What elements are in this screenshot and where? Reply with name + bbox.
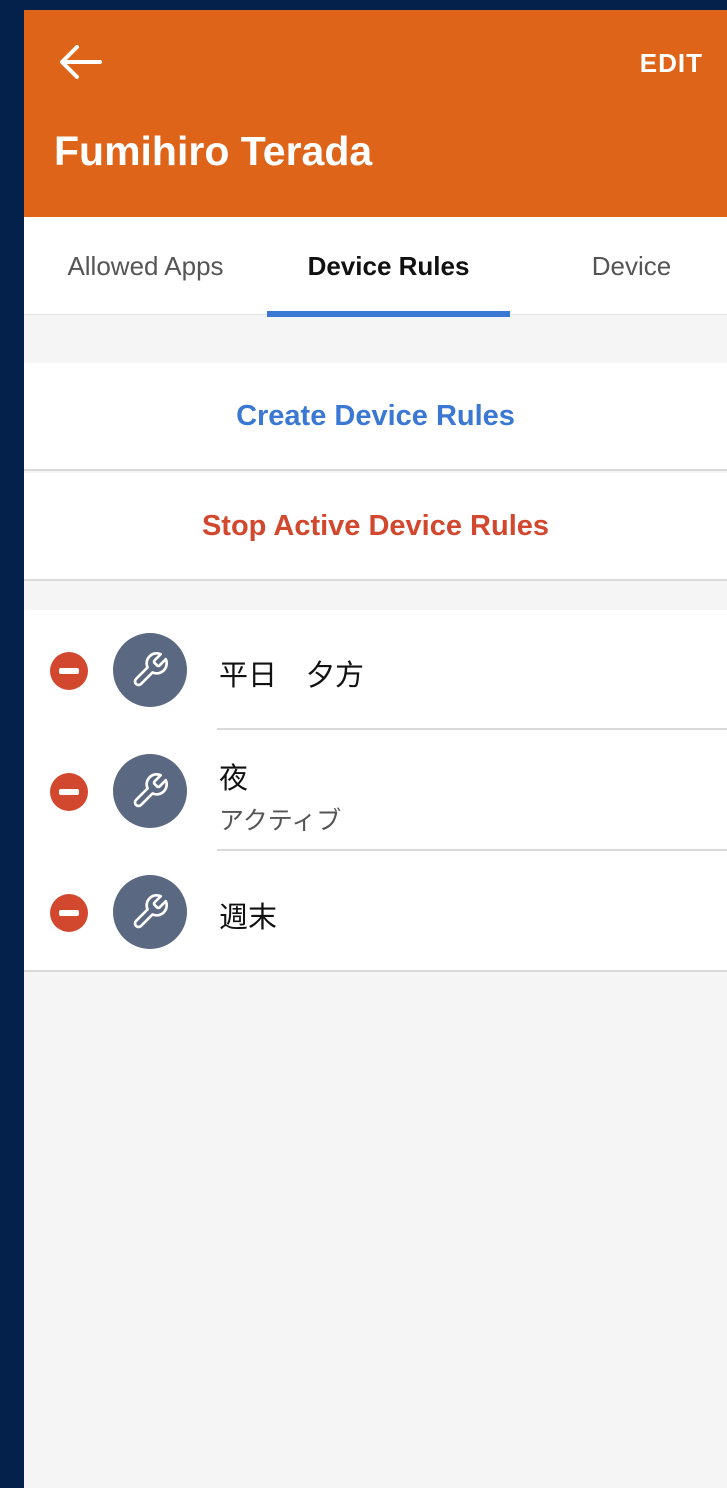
tab-device-rules[interactable]: Device Rules [267,217,510,315]
selected-tab-indicator [267,311,510,317]
rule-name: 夜 [219,763,249,795]
tab-allowed-apps[interactable]: Allowed Apps [24,217,267,315]
remove-rule-icon[interactable] [50,652,88,690]
rule-status: アクティブ [219,807,342,835]
divider [217,849,727,851]
list-item[interactable]: 平日 夕方 [24,610,727,730]
app-header: EDIT Fumihiro Terada [24,10,727,217]
list-item[interactable]: 週末 [24,852,727,972]
create-device-rules-button[interactable]: Create Device Rules [24,363,727,471]
rule-name: 週末 [219,902,278,934]
rule-name: 平日 夕方 [219,660,365,692]
device-rules-list: 平日 夕方 夜 アクティブ 週末 [24,610,727,972]
tab-bar: Allowed Apps Device Rules Device [24,217,727,317]
back-button[interactable] [54,40,106,84]
arrow-left-icon [60,45,102,79]
wrench-icon [113,633,187,707]
page-title: Fumihiro Terada [54,128,373,174]
stop-active-device-rules-button[interactable]: Stop Active Device Rules [24,473,727,581]
list-item[interactable]: 夜 アクティブ [24,731,727,851]
wrench-icon [113,875,187,949]
app-screen: EDIT Fumihiro Terada Allowed Apps Device… [24,10,727,1488]
wrench-icon [113,754,187,828]
remove-rule-icon[interactable] [50,894,88,932]
edit-button[interactable]: EDIT [640,48,703,79]
divider [217,728,727,730]
remove-rule-icon[interactable] [50,773,88,811]
tab-device[interactable]: Device [510,217,727,315]
